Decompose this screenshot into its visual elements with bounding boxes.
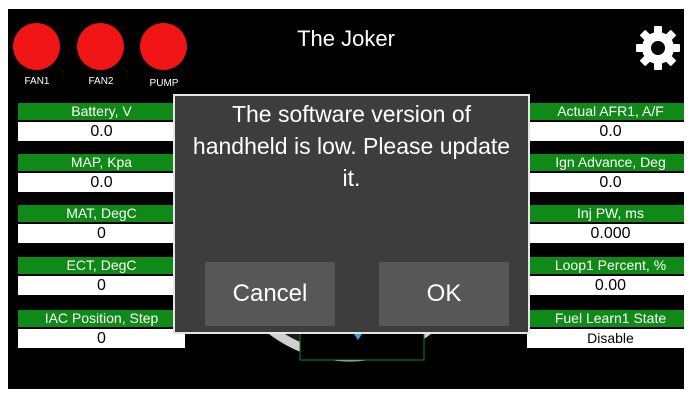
mat-value: 0 (18, 224, 185, 243)
fan2-indicator (77, 23, 124, 70)
app-title: The Joker (297, 26, 395, 51)
dialog-message: The software version of handheld is low.… (192, 101, 511, 191)
fan1-label: FAN1 (24, 76, 50, 87)
ect-label: ECT, DegC (18, 257, 185, 274)
mat-label: MAT, DegC (18, 205, 185, 222)
afr-value: 0.0 (527, 122, 684, 141)
pump-indicator (140, 23, 187, 70)
inj-pw-label: Inj PW, ms (527, 205, 684, 222)
battery-label: Battery, V (18, 103, 185, 120)
ign-advance-label: Ign Advance, Deg (527, 154, 684, 171)
ect-value: 0 (18, 276, 185, 295)
map-value: 0.0 (18, 173, 185, 192)
cancel-button[interactable]: Cancel (205, 262, 335, 326)
map-label: MAP, Kpa (18, 154, 185, 171)
battery-value: 0.0 (18, 122, 185, 141)
loop1-label: Loop1 Percent, % (527, 257, 684, 274)
afr-label: Actual AFR1, A/F (527, 103, 684, 120)
update-dialog: The software version of handheld is low.… (173, 94, 530, 334)
ign-advance-value: 0.0 (527, 173, 684, 192)
gear-icon[interactable] (634, 24, 682, 72)
ok-button[interactable]: OK (379, 262, 509, 326)
loop1-value: 0.00 (527, 276, 684, 295)
iac-value: 0 (18, 329, 185, 348)
fan1-indicator (13, 23, 60, 70)
pump-label: PUMP (149, 78, 179, 89)
fuel-learn-value: Disable (527, 329, 684, 348)
inj-pw-value: 0.000 (527, 224, 684, 243)
fan2-label: FAN2 (88, 76, 114, 87)
iac-label: IAC Position, Step (18, 310, 185, 327)
fuel-learn-label: Fuel Learn1 State (527, 310, 684, 327)
